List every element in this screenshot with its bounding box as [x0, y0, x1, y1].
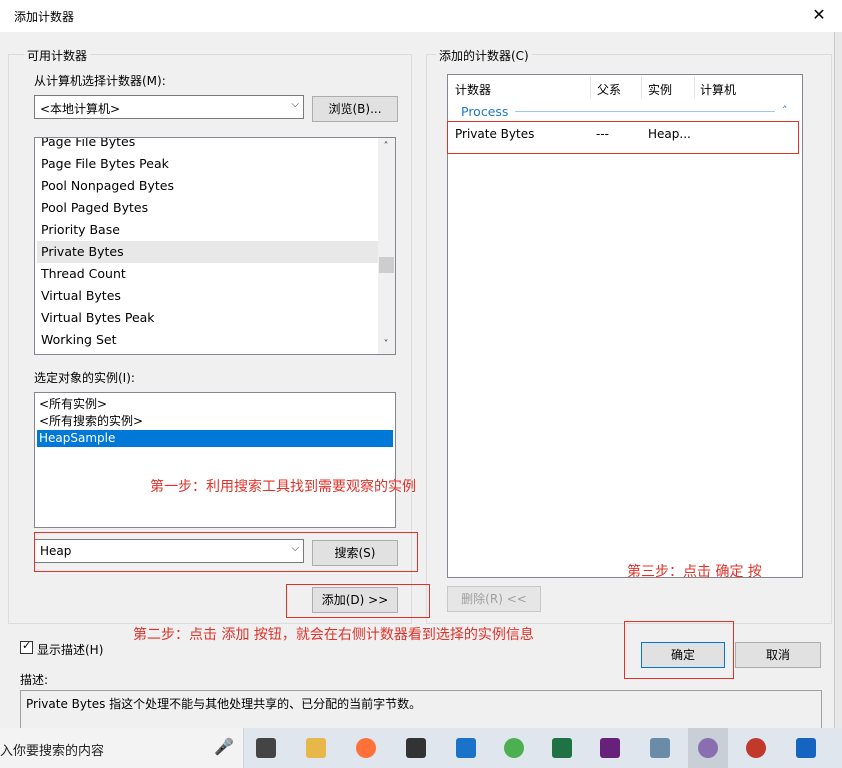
list-item[interactable]: Virtual Bytes	[41, 285, 371, 307]
scroll-thumb[interactable]	[379, 257, 394, 273]
list-item[interactable]: HeapSample	[37, 430, 393, 447]
perfmon-icon[interactable]	[736, 728, 776, 768]
file-explorer-icon[interactable]	[296, 728, 336, 768]
remove-button[interactable]: 删除(R) <<	[447, 586, 541, 612]
package-icon-glyph	[650, 738, 670, 758]
visual-studio-icon[interactable]	[590, 728, 630, 768]
description-label: 描述:	[20, 673, 49, 687]
scroll-down-icon[interactable]: ˅	[378, 339, 394, 350]
excel-icon[interactable]	[542, 728, 582, 768]
column-divider	[694, 76, 695, 98]
package-icon[interactable]	[640, 728, 680, 768]
firefox-icon[interactable]	[346, 728, 386, 768]
group-header-line	[515, 111, 775, 112]
column-header-computer[interactable]: 计算机	[700, 81, 736, 98]
available-counters-label: 可用计数器	[24, 47, 91, 64]
cancel-button[interactable]: 取消	[735, 642, 821, 668]
perfmon-icon-glyph	[746, 738, 766, 758]
user-app-icon[interactable]	[688, 728, 728, 768]
highlight-add	[286, 584, 430, 618]
computer-dropdown[interactable]: <本地计算机> ⌵	[34, 95, 304, 119]
title-bar	[0, 0, 842, 32]
list-item[interactable]: Working Set	[41, 329, 371, 351]
mail-icon[interactable]	[396, 728, 436, 768]
instances-label: 选定对象的实例(I):	[34, 371, 135, 385]
scroll-up-icon[interactable]: ˄	[378, 141, 394, 152]
column-header-instance[interactable]: 实例	[648, 81, 672, 98]
mail-icon-glyph	[406, 738, 426, 758]
instance-list[interactable]: <所有实例> <所有搜索的实例> HeapSample	[34, 392, 396, 528]
excel-icon-glyph	[552, 738, 572, 758]
column-header-counter[interactable]: 计数器	[455, 81, 491, 98]
chevron-down-icon: ⌵	[291, 99, 299, 110]
annotation-step2: 第二步：点击 添加 按钮，就会在右侧计数器看到选择的实例信息	[133, 627, 534, 643]
list-item[interactable]: Page File Bytes Peak	[41, 153, 371, 175]
added-counters-label: 添加的计数器(C)	[436, 47, 532, 64]
group-header-process[interactable]: Process	[461, 104, 508, 119]
list-item[interactable]: Private Bytes	[37, 241, 379, 263]
task-view-icon-glyph	[256, 738, 276, 758]
visual-studio-icon-glyph	[600, 738, 620, 758]
list-item[interactable]: <所有搜索的实例>	[37, 413, 393, 430]
list-item[interactable]: Priority Base	[41, 219, 371, 241]
annotation-step1: 第一步：利用搜索工具找到需要观察的实例	[150, 479, 416, 495]
check-icon: ✓	[22, 639, 32, 652]
description-box: Private Bytes 指这个处理不能与其他处理共享的、已分配的当前字节数。	[20, 690, 822, 730]
mic-icon[interactable]: 🎤	[214, 737, 234, 756]
browse-button[interactable]: 浏览(B)...	[312, 96, 398, 122]
file-explorer-icon-glyph	[306, 738, 326, 758]
counter-list-scrollbar[interactable]: ˄ ˅	[378, 138, 395, 354]
window-icon-glyph	[796, 738, 816, 758]
annotation-step3: 第三步：点击 确定 按	[627, 564, 762, 580]
list-item[interactable]: Virtual Bytes Peak	[41, 307, 371, 329]
user-app-icon-glyph	[698, 738, 718, 758]
app-icon[interactable]	[446, 728, 486, 768]
window-icon[interactable]	[786, 728, 826, 768]
chrome-icon-glyph	[504, 738, 524, 758]
taskbar-search-box[interactable]: 入你要搜索的内容 🎤	[0, 728, 244, 768]
app-icon-glyph	[456, 738, 476, 758]
window-title: 添加计数器	[14, 10, 75, 24]
list-item[interactable]: Pool Nonpaged Bytes	[41, 175, 371, 197]
close-button[interactable]: ✕	[806, 4, 832, 28]
background-window-edge	[834, 32, 842, 728]
highlight-added-row	[447, 121, 799, 154]
task-view-icon[interactable]	[246, 728, 286, 768]
computer-value: <本地计算机>	[40, 102, 121, 116]
counter-list[interactable]: Page File Bytes Page File Bytes Peak Pool …	[34, 137, 396, 355]
chrome-icon[interactable]	[494, 728, 534, 768]
column-divider	[590, 76, 591, 98]
list-item[interactable]: Thread Count	[41, 263, 371, 285]
show-description-label[interactable]: 显示描述(H)	[37, 641, 103, 658]
list-item[interactable]: Pool Paged Bytes	[41, 197, 371, 219]
highlight-search	[34, 532, 418, 572]
select-computer-label: 从计算机选择计数器(M):	[34, 74, 166, 88]
list-item[interactable]: <所有实例>	[37, 396, 393, 413]
column-divider	[641, 76, 642, 98]
show-description-checkbox[interactable]: ✓	[20, 639, 33, 654]
firefox-icon-glyph	[356, 738, 376, 758]
collapse-icon[interactable]: ˄	[782, 104, 788, 117]
column-header-parent[interactable]: 父系	[597, 81, 621, 98]
list-item[interactable]: Page File Bytes	[41, 138, 371, 153]
highlight-ok	[624, 621, 734, 679]
taskbar-search-placeholder: 入你要搜索的内容	[0, 744, 105, 759]
